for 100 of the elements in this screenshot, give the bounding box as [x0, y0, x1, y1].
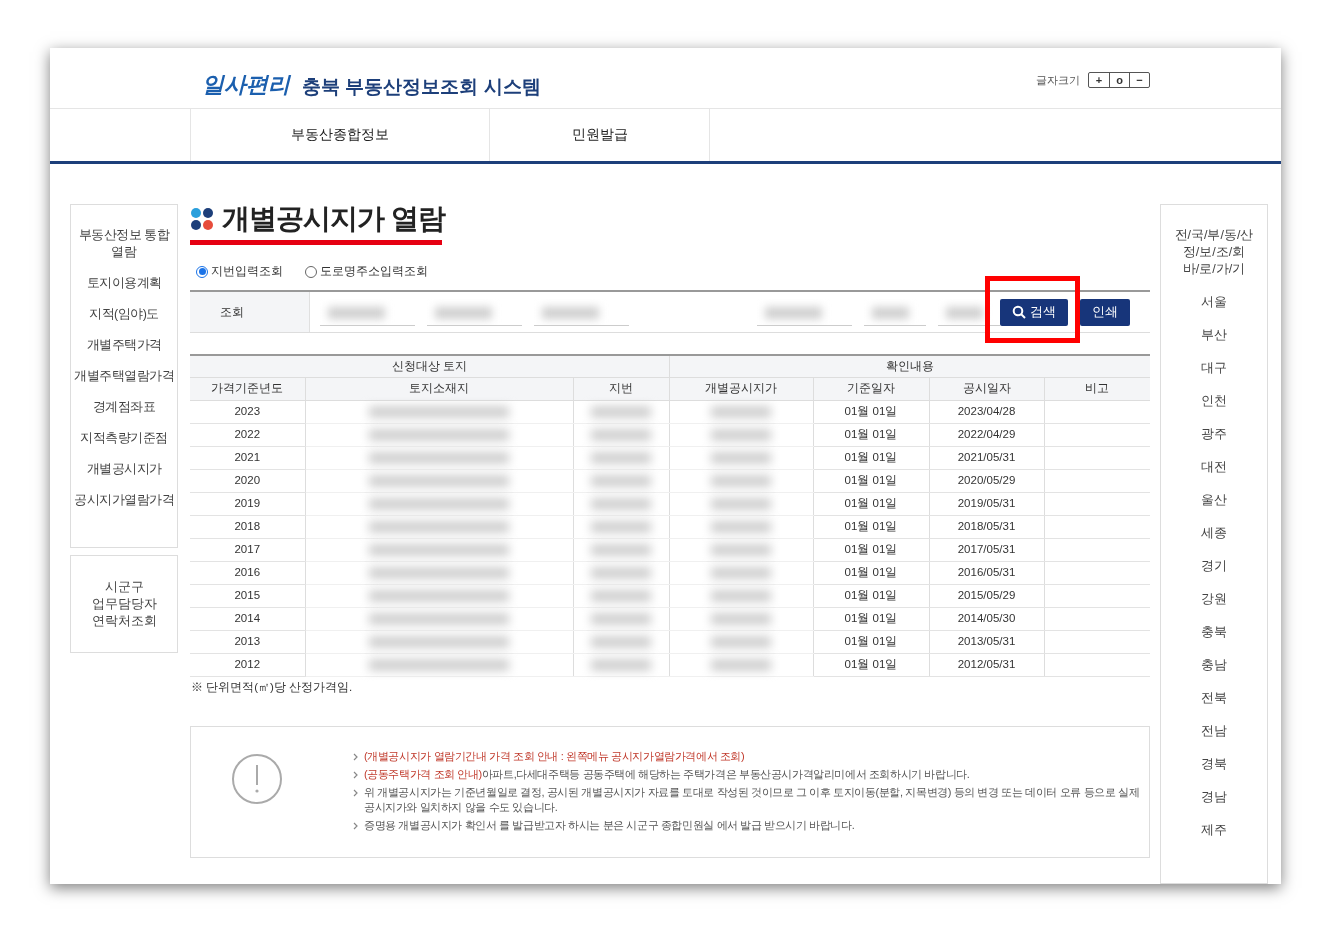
contact-link[interactable]: 시군구 업무담당자 연락처조회 [70, 555, 178, 653]
side-menu-item[interactable]: 공시지가열람가격 [74, 492, 174, 509]
logo-mark[interactable]: 일사편리 [202, 73, 290, 96]
nav-tab[interactable]: 민원발급 [489, 108, 710, 161]
region-link[interactable]: 제주 [1201, 822, 1227, 839]
table-cell: 2012/05/31 [929, 653, 1044, 677]
table-cell: 2017 [190, 538, 305, 562]
table-cell: 2012 [190, 653, 305, 677]
side-menu-item[interactable]: 개별주택가격 [86, 337, 162, 354]
table-cell: 01월 01일 [813, 446, 929, 470]
table-cell: 2021 [190, 446, 305, 470]
column-header: 기준일자 [813, 377, 929, 401]
redacted-text [591, 428, 651, 441]
font-size-button[interactable]: − [1129, 73, 1149, 88]
radio-option[interactable]: 도로명주소입력조회 [305, 263, 428, 281]
search-icon [1012, 305, 1026, 320]
warning-icon [231, 753, 283, 805]
region-link[interactable]: 충북 [1201, 624, 1227, 641]
page-title: 개별공시지가 열람 [222, 205, 445, 233]
side-menu-item[interactable]: 부동산정보 통합 열람 [78, 227, 170, 261]
region-link[interactable]: 강원 [1201, 591, 1227, 608]
side-menu-item[interactable]: 경계점좌표 [92, 399, 156, 416]
region-link[interactable]: 경기 [1201, 558, 1227, 575]
region-link[interactable]: 인천 [1201, 393, 1227, 410]
region-link[interactable]: 대전 [1201, 459, 1227, 476]
table-cell: 2018/05/31 [929, 515, 1044, 539]
side-menu-item[interactable]: 지적측량기준점 [80, 430, 168, 447]
radio-option[interactable]: 지번입력조회 [196, 263, 283, 281]
redacted-text [711, 451, 771, 464]
redacted-text [591, 520, 651, 533]
region-link[interactable]: 충남 [1201, 657, 1227, 674]
region-link[interactable]: 서울 [1201, 294, 1227, 311]
region-link[interactable]: 대구 [1201, 360, 1227, 377]
side-menu-item[interactable]: 개별주택열람가격 [74, 368, 174, 385]
nav-tab[interactable]: 부동산종합정보 [190, 108, 489, 161]
table-cell: 2023/04/28 [929, 400, 1044, 424]
region-link[interactable]: 경북 [1201, 756, 1227, 773]
table-cell: 01월 01일 [813, 653, 929, 677]
redacted-text [591, 497, 651, 510]
column-header: 가격기준년도 [190, 377, 305, 401]
column-header: 공시일자 [929, 377, 1044, 401]
redacted-text [711, 474, 771, 487]
redacted-text [711, 497, 771, 510]
notice-text: (공동주택가격 조회 안내)아파트,다세대주택등 공동주택에 해당하는 주택가격은 부동산공시가격알리미에서 조회하시기 바랍니다. [364, 767, 970, 782]
redacted-text [711, 589, 771, 602]
table-cell: 01월 01일 [813, 423, 929, 447]
table-cell: 01월 01일 [813, 584, 929, 608]
table-cell: 01월 01일 [813, 538, 929, 562]
table-group-header: 확인내용 [669, 355, 1150, 378]
side-menu-item[interactable]: 지적(임야)도 [89, 306, 159, 323]
region-link[interactable]: 전남 [1201, 723, 1227, 740]
search-button[interactable]: 검색 [1000, 298, 1068, 326]
chevron-icon [353, 822, 358, 830]
table-cell: 01월 01일 [813, 515, 929, 539]
table-cell: 2023 [190, 400, 305, 424]
column-header: 개별공시지가 [669, 377, 813, 401]
notice-text: (개별공시지가 열람기간내 가격 조회 안내 : 왼쪽메뉴 공시지가열람가격에서 조회) [364, 749, 745, 764]
redacted-text [591, 474, 651, 487]
print-button[interactable]: 인쇄 [1080, 298, 1130, 326]
table-cell: 01월 01일 [813, 469, 929, 493]
table-cell: 2018 [190, 515, 305, 539]
redacted-text [591, 543, 651, 556]
column-header: 비고 [1044, 377, 1150, 401]
redacted-text [591, 566, 651, 579]
table-cell: 2022 [190, 423, 305, 447]
table-cell: 01월 01일 [813, 561, 929, 585]
redacted-text [591, 635, 651, 648]
table-cell: 2019 [190, 492, 305, 516]
dots-icon [190, 207, 214, 231]
side-menu-item[interactable]: 토지이용계획 [86, 275, 162, 292]
table-group-header: 신청대상 토지 [190, 355, 669, 378]
region-link[interactable]: 부산 [1201, 327, 1227, 344]
region-link[interactable]: 세종 [1201, 525, 1227, 542]
region-link[interactable]: 경남 [1201, 789, 1227, 806]
table-cell: 01월 01일 [813, 607, 929, 631]
region-link[interactable]: 전/국/부/동/산 정/보/조/회 바/로/가/기 [1174, 227, 1254, 278]
table-cell: 2016/05/31 [929, 561, 1044, 585]
region-link[interactable]: 울산 [1201, 492, 1227, 509]
chevron-icon [353, 789, 358, 797]
side-menu-item[interactable]: 개별공시지가 [86, 461, 162, 478]
table-cell: 2015 [190, 584, 305, 608]
redacted-text [591, 612, 651, 625]
notice-text: 증명용 개별공시지가 확인서 를 발급받고자 하시는 분은 시군구 종합민원실 에서 발급 받으시기 바랍니다. [364, 818, 855, 833]
region-link[interactable]: 전북 [1201, 690, 1227, 707]
table-cell: 2022/04/29 [929, 423, 1044, 447]
table-cell: 2017/05/31 [929, 538, 1044, 562]
table-cell: 01월 01일 [813, 630, 929, 654]
redacted-text [711, 405, 771, 418]
site-title: 충북 부동산정보조회 시스템 [302, 76, 541, 96]
region-link[interactable]: 광주 [1201, 426, 1227, 443]
chevron-icon [353, 771, 358, 779]
font-size-button[interactable]: + [1089, 73, 1109, 88]
redacted-text [711, 635, 771, 648]
table-cell: 2013 [190, 630, 305, 654]
redacted-text [711, 566, 771, 579]
column-header: 토지소재지 [305, 377, 573, 401]
redacted-text [591, 451, 651, 464]
redacted-text [711, 428, 771, 441]
search-label: 조회 [190, 292, 310, 333]
font-size-button[interactable]: o [1109, 73, 1129, 88]
